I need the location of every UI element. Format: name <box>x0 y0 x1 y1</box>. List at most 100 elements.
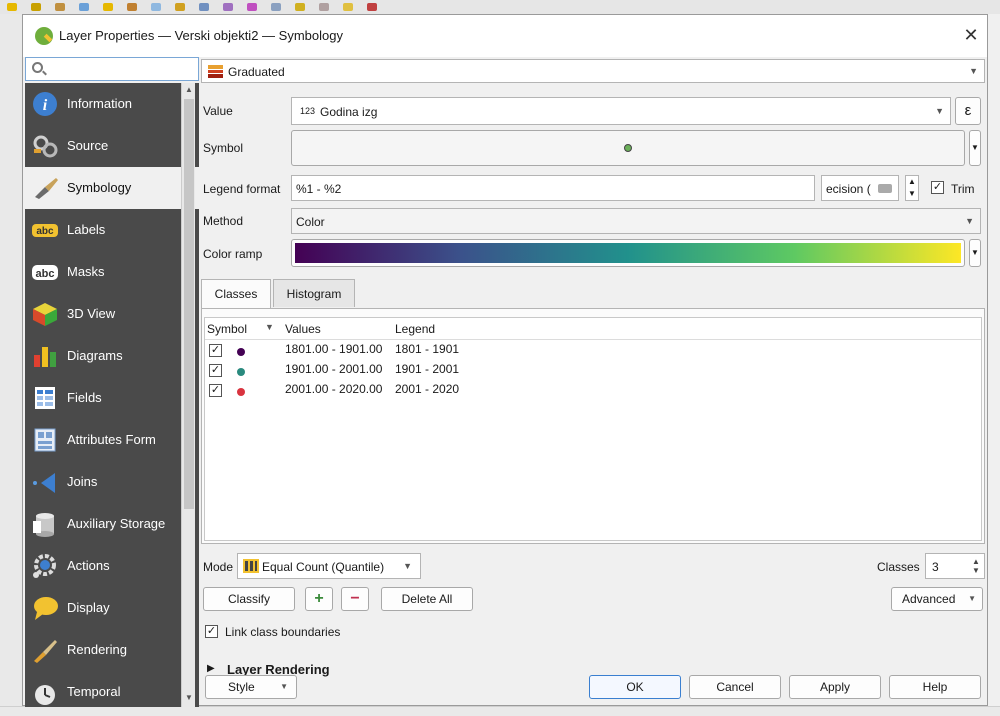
cancel-button[interactable]: Cancel <box>689 675 781 699</box>
scroll-up-arrow-icon[interactable]: ▲ <box>182 85 196 95</box>
sidebar-item-fields[interactable]: Fields <box>25 377 199 419</box>
graduated-renderer-icon <box>208 65 223 78</box>
diagrams-icon <box>31 343 61 369</box>
fields-icon <box>31 385 61 411</box>
dialog-titlebar: Layer Properties — Verski objekti2 — Sym… <box>23 15 987 57</box>
temporal-clock-icon <box>31 679 61 705</box>
sidebar-item-masks[interactable]: abc Masks <box>25 251 199 293</box>
apply-button[interactable]: Apply <box>789 675 881 699</box>
column-header-values[interactable]: Values <box>285 322 321 336</box>
column-header-symbol[interactable]: Symbol <box>207 322 247 336</box>
add-class-button[interactable]: + <box>305 587 333 611</box>
sidebar-scrollbar[interactable]: ▲ ▼ <box>181 83 195 707</box>
svg-text:i: i <box>43 97 48 114</box>
close-button[interactable]: ✕ <box>959 23 983 47</box>
classes-table: Symbol ▼ Values Legend ✓ 1801.00 - 1901.… <box>204 317 982 541</box>
sidebar-item-rendering[interactable]: Rendering <box>25 629 199 671</box>
auxiliary-storage-icon <box>31 511 61 537</box>
color-ramp-label: Color ramp <box>203 247 263 261</box>
sidebar-item-symbology[interactable]: Symbology <box>25 167 199 209</box>
point-symbol-preview-icon <box>624 144 632 152</box>
advanced-menu-button[interactable]: Advanced ▼ <box>891 587 983 611</box>
sidebar-item-auxiliary-storage[interactable]: Auxiliary Storage <box>25 503 199 545</box>
table-row[interactable]: ✓ 2001.00 - 2020.00 2001 - 2020 <box>205 380 981 400</box>
chevron-down-icon: ▼ <box>280 682 288 691</box>
search-input[interactable] <box>50 60 195 78</box>
symbol-dropdown-button[interactable]: ▼ <box>969 130 981 166</box>
class-symbol-dot[interactable] <box>237 348 245 356</box>
class-symbol-dot[interactable] <box>237 388 245 396</box>
classes-count-spinbox[interactable]: 3 ▲ ▼ <box>925 553 985 579</box>
classes-count-label: Classes <box>877 560 920 574</box>
precision-spinbox[interactable]: ecision ( <box>821 175 899 201</box>
underlying-toolbar-strip <box>0 0 1000 14</box>
dialog-title: Layer Properties — Verski objekti2 — Sym… <box>59 28 343 43</box>
legend-format-label: Legend format <box>203 182 281 196</box>
trim-checkbox[interactable]: ✓ <box>931 181 944 194</box>
sidebar-item-display[interactable]: Display <box>25 587 199 629</box>
link-class-boundaries-label: Link class boundaries <box>225 625 341 639</box>
sidebar-item-information[interactable]: i Information <box>25 83 199 125</box>
tab-histogram[interactable]: Histogram <box>273 279 355 307</box>
sidebar-item-attributes-form[interactable]: Attributes Form <box>25 419 199 461</box>
symbol-label: Symbol <box>203 141 244 155</box>
chevron-down-icon: ▼ <box>403 561 412 571</box>
ok-button[interactable]: OK <box>589 675 681 699</box>
value-field-combo[interactable]: 123 Godina izg ▼ <box>291 97 951 125</box>
class-visible-checkbox[interactable]: ✓ <box>209 344 222 357</box>
underlying-app-edge <box>0 14 22 716</box>
class-visible-checkbox[interactable]: ✓ <box>209 364 222 377</box>
renderer-type-combo[interactable]: Graduated ▼ <box>201 59 985 83</box>
table-header: Symbol ▼ Values Legend <box>205 318 981 340</box>
color-ramp-dropdown-button[interactable]: ▼ <box>969 239 981 267</box>
masks-icon: abc <box>31 259 61 285</box>
style-menu-button[interactable]: Style ▼ <box>205 675 297 699</box>
sidebar-item-3d-view[interactable]: 3D View <box>25 293 199 335</box>
value-field-name: Godina izg <box>320 105 378 119</box>
method-combo[interactable]: Color ▼ <box>291 208 981 234</box>
spin-arrows-icon[interactable]: ▲ ▼ <box>972 557 980 575</box>
link-class-boundaries-checkbox[interactable]: ✓ <box>205 625 218 638</box>
rendering-brush-icon <box>31 637 61 663</box>
table-row[interactable]: ✓ 1901.00 - 2001.00 1901 - 2001 <box>205 360 981 380</box>
info-icon: i <box>31 91 61 117</box>
class-symbol-dot[interactable] <box>237 368 245 376</box>
sidebar-item-source[interactable]: Source <box>25 125 199 167</box>
help-button[interactable]: Help <box>889 675 981 699</box>
clear-field-icon[interactable] <box>878 184 892 193</box>
sidebar-item-labels[interactable]: abc Labels <box>25 209 199 251</box>
class-visible-checkbox[interactable]: ✓ <box>209 384 222 397</box>
search-icon <box>32 62 43 73</box>
quantile-mode-icon <box>243 559 259 573</box>
qgis-logo-icon <box>35 27 53 45</box>
remove-class-button[interactable]: − <box>341 587 369 611</box>
sidebar-item-diagrams[interactable]: Diagrams <box>25 335 199 377</box>
sidebar-item-actions[interactable]: Actions <box>25 545 199 587</box>
viridis-color-ramp-preview <box>295 243 961 263</box>
underlying-status-strip <box>0 706 1000 716</box>
delete-all-button[interactable]: Delete All <box>381 587 473 611</box>
expression-button[interactable]: ε <box>955 97 981 125</box>
expand-arrow-icon[interactable]: ▶ <box>207 663 215 674</box>
svg-text:abc: abc <box>36 226 54 237</box>
renderer-type-value: Graduated <box>228 65 285 79</box>
chevron-down-icon: ▼ <box>965 216 974 226</box>
classes-tab-panel: Symbol ▼ Values Legend ✓ 1801.00 - 1901.… <box>201 308 985 544</box>
labels-icon: abc <box>31 217 61 243</box>
symbol-preview-button[interactable] <box>291 130 965 166</box>
color-ramp-button[interactable] <box>291 239 965 267</box>
mode-combo[interactable]: Equal Count (Quantile) ▼ <box>237 553 421 579</box>
value-label: Value <box>203 104 233 118</box>
tab-classes[interactable]: Classes <box>201 279 271 309</box>
precision-spin-arrows[interactable]: ▲ ▼ <box>905 175 919 201</box>
sidebar-item-joins[interactable]: Joins <box>25 461 199 503</box>
table-row[interactable]: ✓ 1801.00 - 1901.00 1801 - 1901 <box>205 340 981 360</box>
legend-format-input[interactable]: %1 - %2 <box>291 175 815 201</box>
column-header-legend[interactable]: Legend <box>395 322 435 336</box>
scrollbar-thumb[interactable] <box>184 99 194 509</box>
joins-icon <box>31 469 61 495</box>
layer-properties-dialog: Layer Properties — Verski objekti2 — Sym… <box>22 14 988 707</box>
classify-button[interactable]: Classify <box>203 587 295 611</box>
scroll-down-arrow-icon[interactable]: ▼ <box>182 693 196 703</box>
sidebar-item-temporal[interactable]: Temporal <box>25 671 199 707</box>
